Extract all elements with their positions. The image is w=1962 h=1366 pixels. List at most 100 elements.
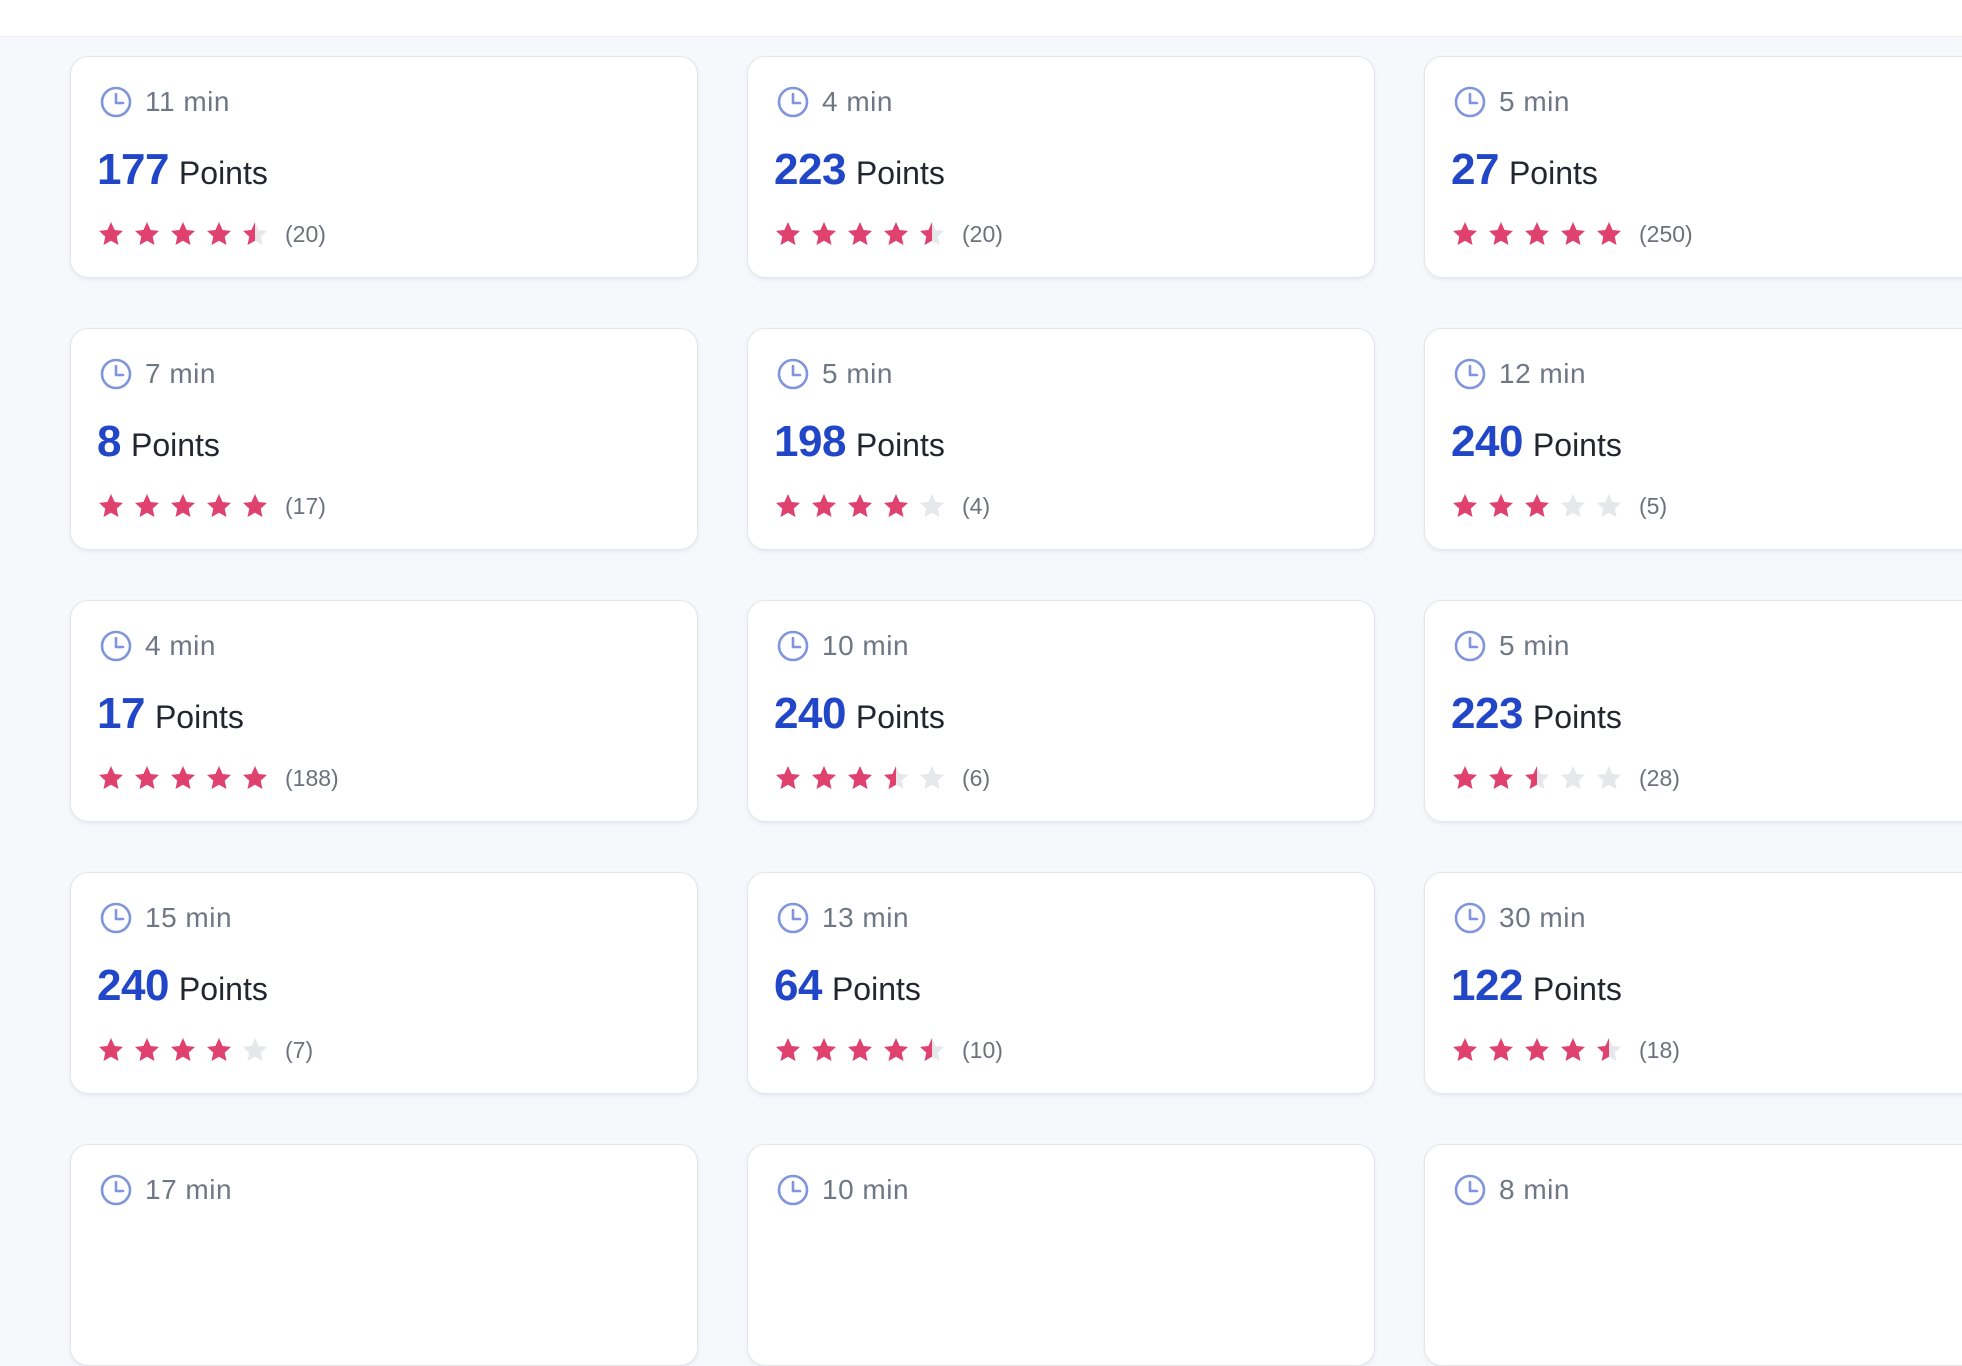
- star-icon: [1489, 766, 1513, 789]
- points-row: 17 Points: [97, 689, 244, 743]
- star-icon: [920, 1038, 944, 1061]
- points-label: Points: [154, 699, 244, 735]
- duration-text: 8 min: [1499, 1174, 1570, 1205]
- star-icon: [1453, 766, 1477, 789]
- star-icon: [1453, 222, 1477, 245]
- activity-card[interactable]: 17 min: [70, 1144, 698, 1366]
- star-rating: [1451, 220, 1631, 248]
- points-label: Points: [1532, 971, 1622, 1007]
- rating-row: (20): [774, 219, 1003, 249]
- star-icon: [812, 222, 836, 245]
- star-rating: [774, 764, 954, 792]
- star-icon: [207, 494, 231, 517]
- activity-card[interactable]: 10 min 240 Points (6): [747, 600, 1375, 822]
- rating-row: (250): [1451, 219, 1693, 249]
- star-rating: [774, 492, 954, 520]
- star-icon: [1489, 494, 1513, 517]
- points-value: 17: [97, 689, 145, 738]
- clock-icon: [100, 358, 132, 390]
- duration-text: 10 min: [822, 630, 910, 661]
- points-row: 122 Points: [1451, 961, 1622, 1015]
- points-value: 240: [1451, 417, 1523, 466]
- points-row: 64 Points: [774, 961, 921, 1015]
- star-icon: [1597, 222, 1621, 245]
- duration-row: 11 min: [99, 85, 230, 119]
- duration-row: 12 min: [1453, 357, 1586, 391]
- star-icon: [99, 1038, 123, 1061]
- activity-card[interactable]: 30 min 122 Points (18): [1424, 872, 1962, 1094]
- duration-row: 15 min: [99, 901, 232, 935]
- star-icon: [884, 1038, 908, 1061]
- duration-text: 15 min: [145, 902, 233, 933]
- points-row: 223 Points: [774, 145, 945, 199]
- points-value: 177: [97, 145, 169, 194]
- duration-text: 4 min: [822, 86, 893, 117]
- points-value: 240: [97, 961, 169, 1010]
- points-row: 27 Points: [1451, 145, 1598, 199]
- star-rating: [97, 764, 277, 792]
- points-label: Points: [178, 971, 268, 1007]
- activity-card[interactable]: 15 min 240 Points (7): [70, 872, 698, 1094]
- points-row: 8 Points: [97, 417, 220, 471]
- rating-row: (188): [97, 763, 339, 793]
- activity-card[interactable]: 4 min 17 Points (188): [70, 600, 698, 822]
- duration-row: 10 min: [776, 629, 909, 663]
- rating-row: (17): [97, 491, 326, 521]
- activity-card[interactable]: 12 min 240 Points (5): [1424, 328, 1962, 550]
- activity-card[interactable]: 5 min 27 Points (250): [1424, 56, 1962, 278]
- star-icon: [243, 766, 267, 789]
- star-icon: [171, 494, 195, 517]
- points-row: 240 Points: [774, 689, 945, 743]
- star-icon: [884, 766, 908, 789]
- star-icon: [135, 766, 159, 789]
- star-icon: [1561, 766, 1585, 789]
- points-label: Points: [1508, 155, 1598, 191]
- star-icon: [1525, 494, 1549, 517]
- star-icon: [207, 1038, 231, 1061]
- duration-text: 17 min: [145, 1174, 233, 1205]
- activity-card[interactable]: 4 min 223 Points (20): [747, 56, 1375, 278]
- duration-text: 7 min: [145, 358, 216, 389]
- points-value: 223: [774, 145, 846, 194]
- star-icon: [920, 494, 944, 517]
- star-rating: [774, 1036, 954, 1064]
- star-icon: [812, 766, 836, 789]
- activity-card[interactable]: 5 min 198 Points (4): [747, 328, 1375, 550]
- star-icon: [1525, 766, 1549, 789]
- star-icon: [135, 1038, 159, 1061]
- rating-row: (6): [774, 763, 990, 793]
- points-value: 122: [1451, 961, 1523, 1010]
- activity-card[interactable]: 11 min 177 Points (20): [70, 56, 698, 278]
- star-icon: [99, 494, 123, 517]
- star-icon: [1453, 494, 1477, 517]
- rating-row: (10): [774, 1035, 1003, 1065]
- rating-count: (4): [962, 492, 991, 519]
- clock-icon: [777, 902, 809, 934]
- duration-row: 4 min: [99, 629, 216, 663]
- star-icon: [1525, 1038, 1549, 1061]
- duration-row: 8 min: [1453, 1173, 1570, 1207]
- activity-card[interactable]: 10 min: [747, 1144, 1375, 1366]
- activity-card[interactable]: 5 min 223 Points (28): [1424, 600, 1962, 822]
- points-label: Points: [130, 427, 220, 463]
- star-rating: [1451, 1036, 1631, 1064]
- points-label: Points: [178, 155, 268, 191]
- star-icon: [920, 766, 944, 789]
- activity-card[interactable]: 13 min 64 Points (10): [747, 872, 1375, 1094]
- star-icon: [1561, 222, 1585, 245]
- points-row: 240 Points: [97, 961, 268, 1015]
- star-icon: [135, 222, 159, 245]
- star-rating: [1451, 764, 1631, 792]
- duration-row: 7 min: [99, 357, 216, 391]
- star-icon: [812, 494, 836, 517]
- points-row: 223 Points: [1451, 689, 1622, 743]
- star-icon: [1597, 766, 1621, 789]
- star-icon: [776, 494, 800, 517]
- star-icon: [1489, 222, 1513, 245]
- points-label: Points: [1532, 699, 1622, 735]
- star-icon: [776, 766, 800, 789]
- activity-card[interactable]: 7 min 8 Points (17): [70, 328, 698, 550]
- rating-row: (18): [1451, 1035, 1680, 1065]
- star-rating: [774, 220, 954, 248]
- activity-card[interactable]: 8 min: [1424, 1144, 1962, 1366]
